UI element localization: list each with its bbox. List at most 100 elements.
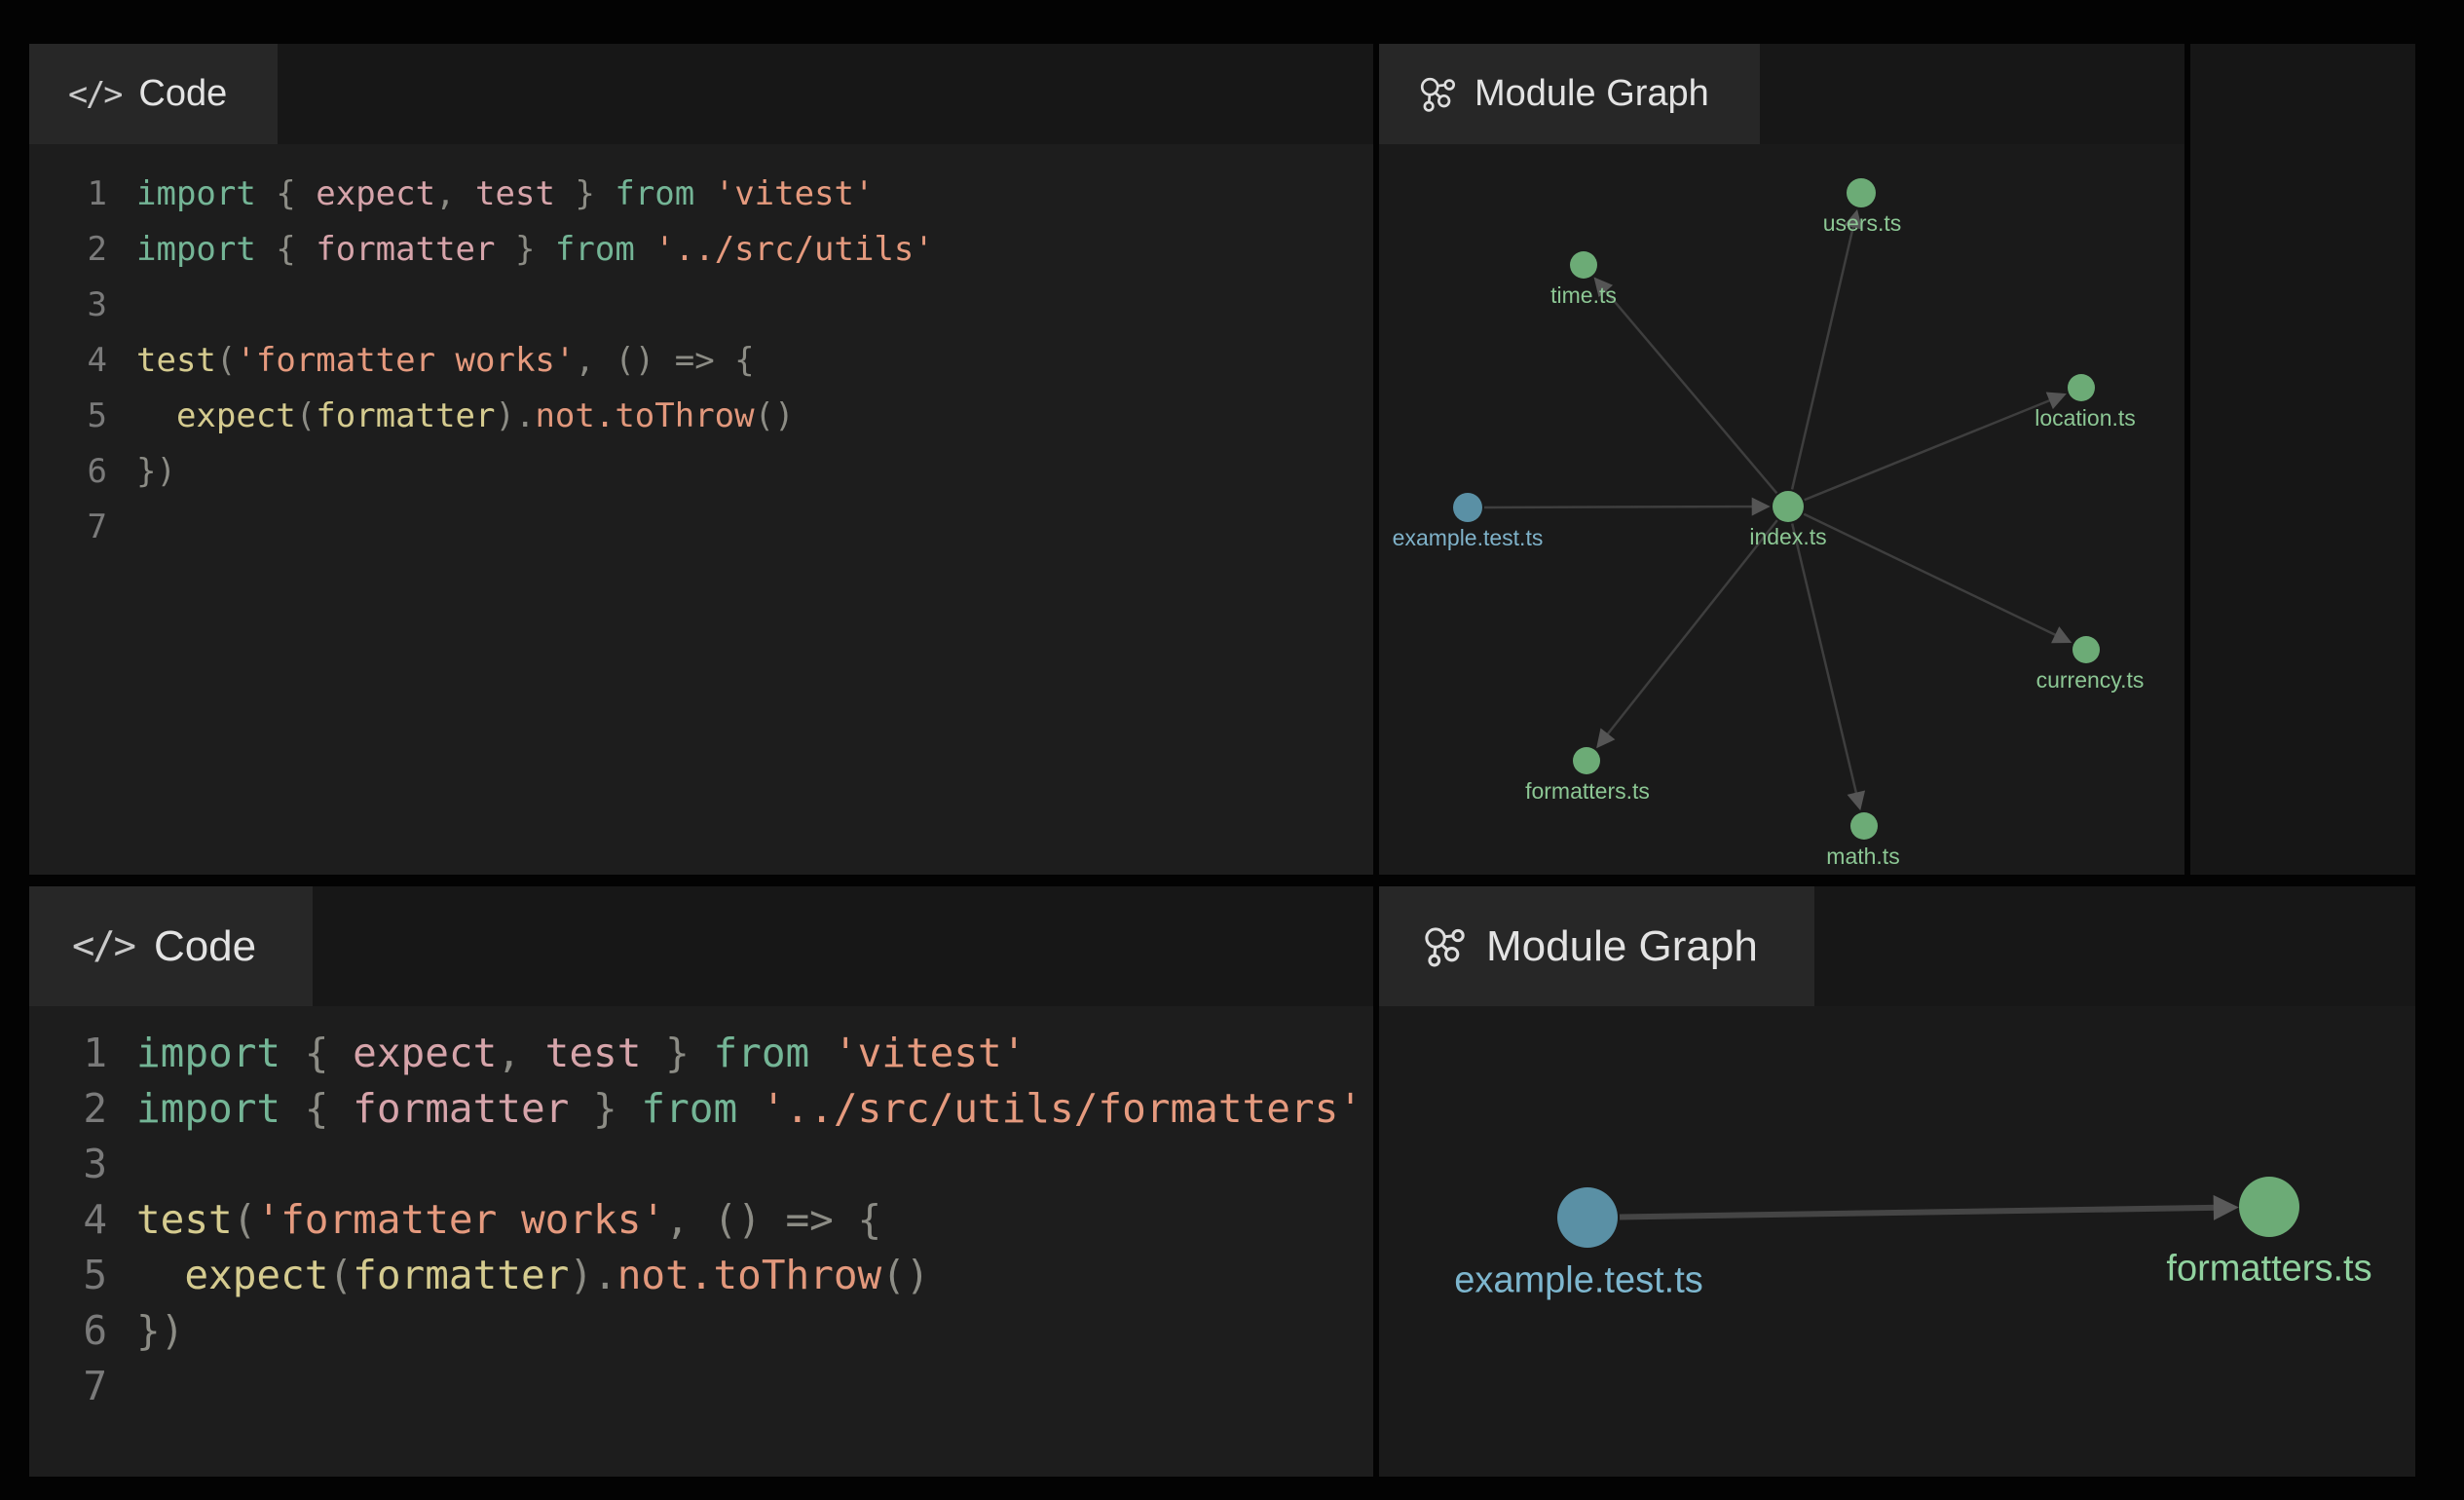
code-text: import { expect, test } from 'vitest' xyxy=(107,167,874,222)
line-number: 1 xyxy=(29,167,107,222)
line-number: 4 xyxy=(29,1192,107,1248)
tab-code-top[interactable]: </> Code xyxy=(29,44,278,144)
graph-node-time.ts[interactable] xyxy=(1570,251,1597,279)
line-number: 7 xyxy=(29,500,107,555)
line-number: 3 xyxy=(29,278,107,333)
line-number: 4 xyxy=(29,333,107,389)
code-panel-bottom-header: </> Code xyxy=(29,886,1373,1006)
graph-node-label: users.ts xyxy=(1823,210,1902,236)
graph-edge xyxy=(1792,524,1859,806)
code-text: import { expect, test } from 'vitest' xyxy=(107,1026,1026,1081)
code-panel-top: </> Code 1import { expect, test } from '… xyxy=(29,44,1373,875)
code-text xyxy=(107,1137,136,1192)
code-text: test('formatter works', () => { xyxy=(107,1192,881,1248)
graph-node-label: time.ts xyxy=(1550,282,1617,308)
line-number: 5 xyxy=(29,1248,107,1303)
graph-edge xyxy=(1620,1208,2231,1218)
graph-edge xyxy=(1600,520,1777,744)
code-line: 4test('formatter works', () => { xyxy=(29,333,1373,389)
module-graph-svg: example.test.ts formatters.ts xyxy=(1379,1006,2415,1477)
module-graph-bottom-header: Module Graph xyxy=(1379,886,2415,1006)
graph-edge xyxy=(1484,506,1765,507)
graph-node-label: currency.ts xyxy=(2036,667,2145,693)
code-editor: 1import { expect, test } from 'vitest'2i… xyxy=(29,1006,1373,1477)
code-line: 1import { expect, test } from 'vitest' xyxy=(29,1026,1373,1081)
code-line: 4test('formatter works', () => { xyxy=(29,1192,1373,1248)
graph-edge xyxy=(1792,214,1856,489)
module-graph-top-header: Module Graph xyxy=(1379,44,2184,144)
line-number: 2 xyxy=(29,1081,107,1137)
module-graph-panel-bottom: Module Graph example.test.ts formatters.t… xyxy=(1379,886,2415,1477)
tab-label: Code xyxy=(138,73,227,115)
code-line: 2import { formatter } from '../src/utils… xyxy=(29,1081,1373,1137)
code-icon: </> xyxy=(72,924,134,968)
code-line: 6}) xyxy=(29,1303,1373,1359)
graph-node-math.ts[interactable] xyxy=(1850,812,1878,840)
code-line: 3 xyxy=(29,278,1373,333)
code-text: test('formatter works', () => { xyxy=(107,333,755,389)
line-number: 6 xyxy=(29,1303,107,1359)
graph-node-currency.ts[interactable] xyxy=(2072,636,2100,663)
graph-node-example.test.ts[interactable] xyxy=(1453,493,1482,522)
code-line: 5 expect(formatter).not.toThrow() xyxy=(29,389,1373,444)
code-text xyxy=(107,500,136,555)
code-text: expect(formatter).not.toThrow() xyxy=(107,1248,930,1303)
line-number: 5 xyxy=(29,389,107,444)
code-line: 1import { expect, test } from 'vitest' xyxy=(29,167,1373,222)
code-text: import { formatter } from '../src/utils' xyxy=(107,222,934,278)
graph-node-formatters.ts[interactable] xyxy=(2239,1177,2299,1237)
code-line: 7 xyxy=(29,1359,1373,1414)
code-line: 7 xyxy=(29,500,1373,555)
code-panel-bottom: </> Code 1import { expect, test } from '… xyxy=(29,886,1373,1477)
line-number: 6 xyxy=(29,444,107,500)
tab-module-graph-top[interactable]: Module Graph xyxy=(1379,44,1760,144)
module-graph-panel-top: Module Graph example.test.ts index.ts time… xyxy=(1379,44,2184,875)
tab-label: Module Graph xyxy=(1486,922,1758,971)
graph-node-label: example.test.ts xyxy=(1393,525,1544,550)
graph-node-label: formatters.ts xyxy=(1525,778,1650,804)
graph-node-example.test.ts[interactable] xyxy=(1557,1187,1618,1248)
module-graph-canvas-top: example.test.ts index.ts time.ts users.ts lo… xyxy=(1379,144,2184,875)
code-text xyxy=(107,1359,136,1414)
module-graph-canvas-bottom: example.test.ts formatters.ts xyxy=(1379,1006,2415,1477)
graph-node-formatters.ts[interactable] xyxy=(1573,747,1600,774)
tab-code-bottom[interactable]: </> Code xyxy=(29,886,313,1006)
line-number: 2 xyxy=(29,222,107,278)
graph-edge xyxy=(1597,281,1776,493)
code-text: }) xyxy=(107,1303,184,1359)
graph-node-label: location.ts xyxy=(2035,405,2136,431)
graph-node-location.ts[interactable] xyxy=(2068,374,2095,401)
graph-node-label: example.test.ts xyxy=(1454,1259,1703,1300)
graph-node-users.ts[interactable] xyxy=(1847,178,1876,207)
graph-edge xyxy=(1804,514,2067,641)
graph-node-label: index.ts xyxy=(1749,524,1826,549)
tab-label: Module Graph xyxy=(1475,73,1709,115)
code-lines: 1import { expect, test } from 'vitest'2i… xyxy=(29,144,1373,555)
code-line: 5 expect(formatter).not.toThrow() xyxy=(29,1248,1373,1303)
tab-module-graph-bottom[interactable]: Module Graph xyxy=(1379,886,1814,1006)
graph-edge xyxy=(1805,395,2062,500)
graph-node-label: formatters.ts xyxy=(2166,1248,2371,1289)
code-icon: </> xyxy=(68,75,121,113)
code-lines: 1import { expect, test } from 'vitest'2i… xyxy=(29,1006,1373,1414)
module-graph-icon xyxy=(1422,924,1467,969)
line-number: 1 xyxy=(29,1026,107,1081)
code-text: }) xyxy=(107,444,176,500)
line-number: 3 xyxy=(29,1137,107,1192)
screenshot-root: </> Code 1import { expect, test } from '… xyxy=(0,0,2464,1500)
graph-node-label: math.ts xyxy=(1826,844,1899,869)
line-number: 7 xyxy=(29,1359,107,1414)
code-text: import { formatter } from '../src/utils/… xyxy=(107,1081,1363,1137)
graph-node-index.ts[interactable] xyxy=(1773,491,1804,522)
code-line: 3 xyxy=(29,1137,1373,1192)
module-graph-svg: example.test.ts index.ts time.ts users.ts lo… xyxy=(1379,144,2184,875)
code-editor: 1import { expect, test } from 'vitest'2i… xyxy=(29,144,1373,875)
code-panel-top-header: </> Code xyxy=(29,44,1373,144)
partial-neighbor-card xyxy=(2190,44,2415,875)
module-graph-icon xyxy=(1418,75,1457,114)
code-line: 2import { formatter } from '../src/utils… xyxy=(29,222,1373,278)
tab-label: Code xyxy=(154,922,256,971)
code-text xyxy=(107,278,136,333)
code-line: 6}) xyxy=(29,444,1373,500)
code-text: expect(formatter).not.toThrow() xyxy=(107,389,795,444)
